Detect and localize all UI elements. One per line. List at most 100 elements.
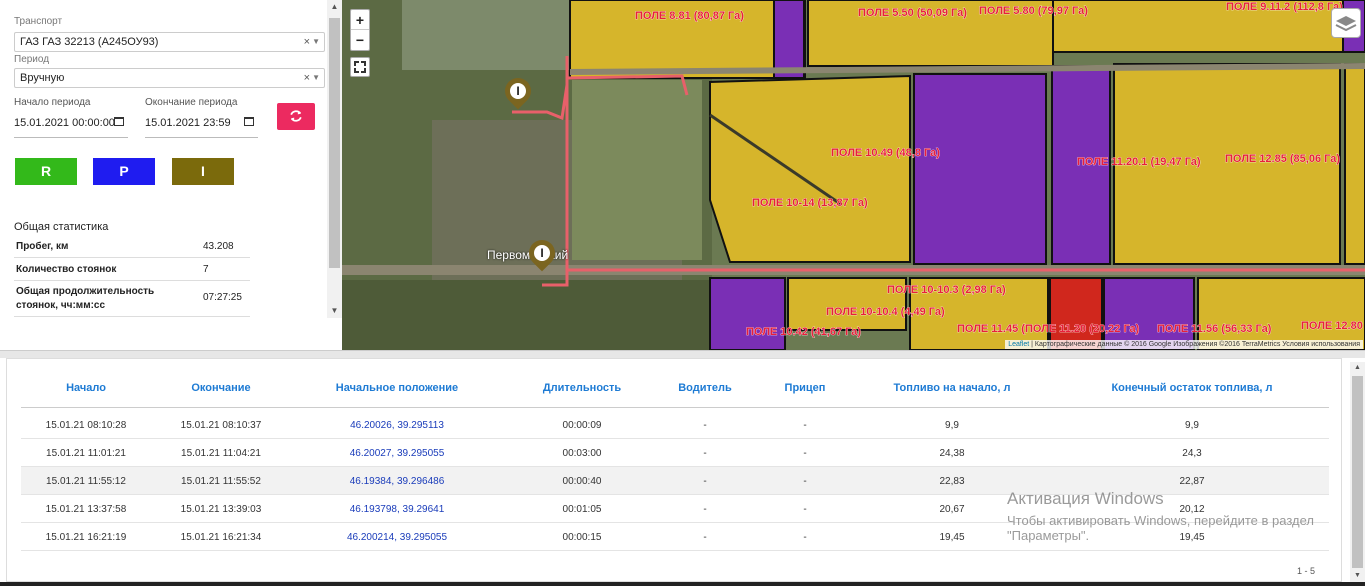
page-scrollbar[interactable]: ▲ ▼ [1350, 362, 1365, 582]
fullscreen-icon [354, 68, 359, 73]
column-header-fuel-start[interactable]: Топливо на начало, л [852, 382, 1052, 394]
stops-table: Начало Окончание Начальное положение Дли… [6, 358, 1342, 582]
start-date-input[interactable]: 15.01.2021 00:00:00 [14, 114, 128, 138]
cell-end: 15.01.21 08:10:37 [180, 420, 262, 431]
end-date-input[interactable]: 15.01.2021 23:59 [145, 114, 258, 138]
stat-row-mileage: Пробег, км 43.208 [14, 236, 250, 258]
scroll-thumb[interactable] [329, 18, 340, 268]
parking-mode-button[interactable]: P [93, 158, 155, 185]
cell-duration: 00:00:40 [562, 476, 602, 487]
zoom-in-button[interactable]: + [351, 10, 369, 30]
stat-value: 43.208 [203, 241, 234, 252]
taskbar-edge [0, 582, 1365, 586]
cell-position-link[interactable]: 46.20027, 39.295055 [302, 448, 492, 459]
field-yellow[interactable] [709, 74, 911, 263]
column-header-position[interactable]: Начальное положение [302, 382, 492, 394]
cell-driver: - [703, 476, 707, 487]
refresh-button[interactable] [277, 103, 315, 130]
refresh-icon [290, 110, 302, 122]
field-label: ПОЛЕ 5.80 (79,97 Га) [979, 5, 1088, 17]
field-purple[interactable] [773, 0, 805, 79]
scroll-down-icon[interactable]: ▼ [327, 304, 342, 318]
route-mode-button[interactable]: R [15, 158, 77, 185]
column-header-start[interactable]: Начало [31, 382, 141, 394]
info-mode-button[interactable]: I [172, 158, 234, 185]
stop-marker[interactable]: I [499, 72, 537, 114]
field-label: ПОЛЕ 10-14 (13,87 Га) [752, 197, 868, 209]
cell-driver: - [703, 420, 707, 431]
cell-end: 15.01.21 16:21:34 [180, 532, 262, 543]
table-row[interactable]: 15.01.21 11:01:21 15.01.21 11:04:21 46.2… [21, 439, 1329, 467]
table-row[interactable]: 15.01.21 08:10:28 15.01.21 08:10:37 46.2… [21, 411, 1329, 439]
period-select[interactable]: Вручную × ▼ [14, 68, 325, 88]
calendar-icon[interactable] [244, 117, 254, 126]
map[interactable]: ПОЛЕ 8.81 (80,87 Га) ПОЛЕ 5.50 (50,09 Га… [342, 0, 1365, 350]
marker-label: I [510, 83, 526, 99]
field-purple[interactable] [913, 73, 1047, 265]
column-header-driver[interactable]: Водитель [660, 382, 750, 394]
field-yellow[interactable] [1344, 63, 1365, 265]
leaflet-link[interactable]: Leaflet [1008, 341, 1029, 348]
layers-button[interactable] [1331, 8, 1361, 38]
cell-position-link[interactable]: 46.20026, 39.295113 [302, 420, 492, 431]
column-header-fuel-end[interactable]: Конечный остаток топлива, л [1067, 382, 1317, 394]
scroll-thumb[interactable] [1352, 376, 1363, 568]
cell-driver: - [703, 448, 707, 459]
cell-position-link[interactable]: 46.200214, 39.295055 [302, 532, 492, 543]
zoom-control: + − [350, 9, 370, 51]
clear-period-icon[interactable]: × [304, 69, 310, 87]
pager-info: 1 - 5 [1296, 566, 1315, 576]
field-label: ПОЛЕ 10.42 (41,67 Га) [746, 326, 861, 338]
calendar-icon[interactable] [114, 117, 124, 126]
end-date-label: Окончание периода [145, 97, 238, 108]
zoom-out-button[interactable]: − [351, 30, 369, 50]
cell-fuel-end: 24,3 [1182, 448, 1202, 459]
scroll-up-icon[interactable]: ▲ [327, 0, 342, 14]
field-label: ПОЛЕ 12.80 [1301, 320, 1363, 332]
transport-label: Транспорт [14, 16, 63, 27]
cell-position-link[interactable]: 46.193798, 39.29641 [302, 504, 492, 515]
marker-label: I [534, 245, 550, 261]
transport-select[interactable]: ГАЗ ГАЗ 32213 (А245ОУ93) × ▼ [14, 32, 325, 52]
cell-start: 15.01.21 08:10:28 [45, 420, 127, 431]
town-label: Первомайский [487, 248, 569, 262]
cell-trailer: - [803, 532, 807, 543]
cell-fuel-end: 9,9 [1185, 420, 1199, 431]
panel-divider[interactable] [0, 350, 1365, 358]
watermark-title: Активация Windows [1007, 489, 1164, 508]
stat-row-stops: Количество стоянок 7 [14, 258, 250, 281]
cell-duration: 00:00:15 [562, 532, 602, 543]
cell-start: 15.01.21 13:37:58 [45, 504, 127, 515]
cell-driver: - [703, 504, 707, 515]
field-label: ПОЛЕ 11.45 (ПОЛЕ 11.20 (20,22 Га) [957, 323, 1140, 335]
column-header-duration[interactable]: Длительность [517, 382, 647, 394]
map-canvas[interactable]: ПОЛЕ 8.81 (80,87 Га) ПОЛЕ 5.50 (50,09 Га… [342, 0, 1365, 350]
column-header-end[interactable]: Окончание [166, 382, 276, 394]
meadow-area [572, 80, 702, 260]
stat-value: 07:27:25 [203, 292, 242, 303]
chevron-down-icon[interactable]: ▼ [312, 33, 320, 51]
end-date-value: 15.01.2021 23:59 [145, 117, 231, 129]
stat-key: Общая продолжительность стоянок, чч:мм:с… [16, 286, 155, 311]
field-label: ПОЛЕ 8.81 (80,87 Га) [635, 10, 744, 22]
fullscreen-button[interactable] [350, 57, 370, 77]
column-header-trailer[interactable]: Прицеп [760, 382, 850, 394]
attribution-text: | Картографические данные © 2016 Google … [1031, 341, 1360, 348]
stat-row-duration: Общая продолжительность стоянок, чч:мм:с… [14, 281, 250, 317]
start-date-label: Начало периода [14, 97, 91, 108]
field-label: ПОЛЕ 11.20.1 (19,47 Га) [1077, 156, 1201, 168]
transport-value: ГАЗ ГАЗ 32213 (А245ОУ93) [20, 36, 159, 48]
cell-end: 15.01.21 11:04:21 [181, 448, 261, 459]
cell-driver: - [703, 532, 707, 543]
cell-position-link[interactable]: 46.19384, 39.296486 [302, 476, 492, 487]
chevron-down-icon[interactable]: ▼ [312, 69, 320, 87]
field-label: ПОЛЕ 10.49 (48,8 Га) [831, 147, 940, 159]
cell-duration: 00:01:05 [562, 504, 602, 515]
field-purple[interactable] [709, 277, 786, 350]
clear-transport-icon[interactable]: × [304, 33, 310, 51]
field-label: ПОЛЕ 10-10.3 (2,98 Га) [887, 284, 1006, 296]
scroll-down-icon[interactable]: ▼ [1350, 570, 1365, 582]
stop-marker[interactable]: I [523, 234, 561, 276]
panel-scrollbar[interactable]: ▲ ▼ [327, 0, 342, 318]
scroll-up-icon[interactable]: ▲ [1350, 362, 1365, 374]
